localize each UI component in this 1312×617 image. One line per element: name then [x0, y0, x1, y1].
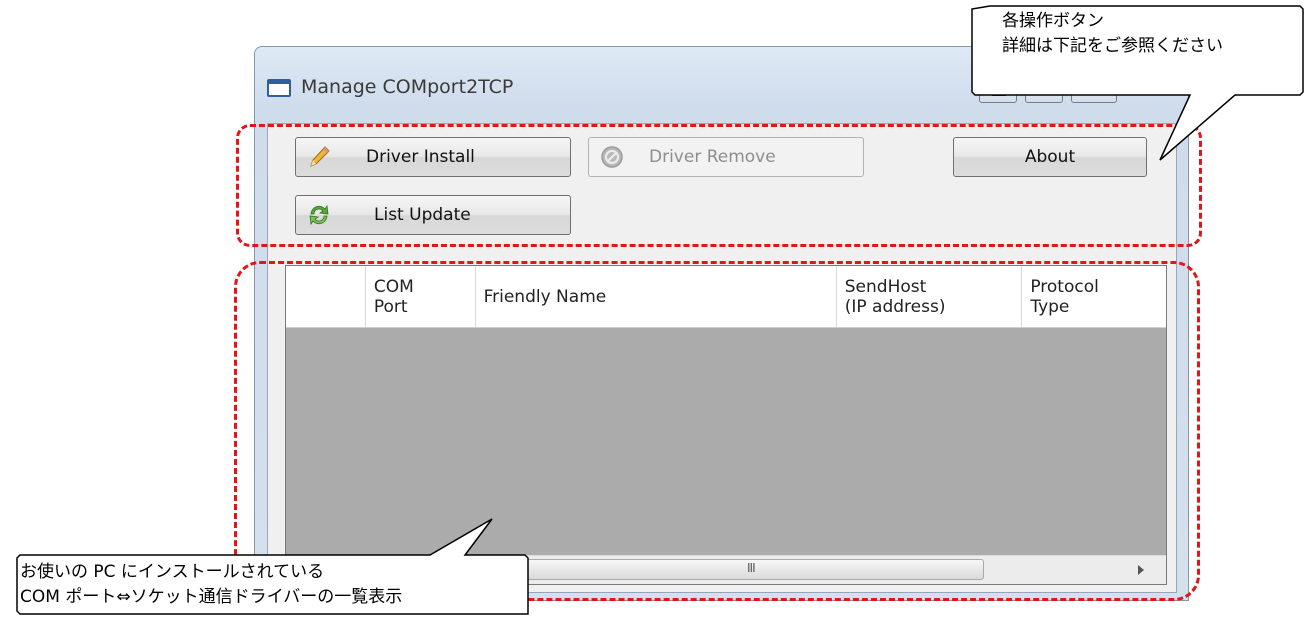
callout-balloons	[16, 5, 1304, 615]
bottom-callout-line-1: お使いの PC にインストールされている	[20, 562, 325, 582]
bottom-callout-line-2: COM ポート⇔ソケット通信ドライバーの一覧表示	[20, 587, 403, 607]
top-callout-line-1: 各操作ボタン	[1002, 11, 1104, 31]
top-callout-text: 各操作ボタン 詳細は下記をご参照ください	[1002, 9, 1223, 59]
bottom-callout-text: お使いの PC にインストールされている COM ポート⇔ソケット通信ドライバー…	[20, 560, 402, 610]
top-callout-line-2: 詳細は下記をご参照ください	[1002, 36, 1223, 56]
